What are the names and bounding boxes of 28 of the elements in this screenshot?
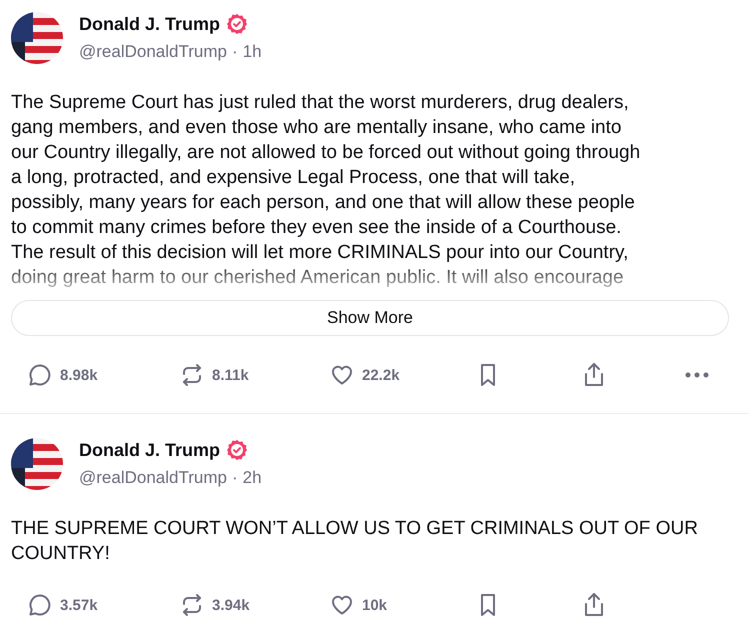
share-icon[interactable] (582, 592, 606, 618)
author-name[interactable]: Donald J. Trump (79, 440, 220, 460)
repost-icon[interactable] (180, 363, 204, 387)
post-text: THE SUPREME COURT WON’T ALLOW US TO GET CRIMINALS OUT OF OUR COUNTRY! (11, 517, 699, 566)
reply-count: 8.98k (60, 366, 98, 384)
handle[interactable]: @realDonaldTrump (79, 42, 227, 62)
like-count: 22.2k (362, 366, 400, 384)
handle[interactable]: @realDonaldTrump (79, 468, 227, 488)
separator: · (232, 468, 238, 488)
timestamp[interactable]: 1h (242, 42, 262, 62)
heart-icon[interactable] (330, 363, 354, 387)
heart-icon[interactable] (330, 593, 354, 617)
separator: · (232, 42, 238, 62)
author-name[interactable]: Donald J. Trump (79, 14, 220, 34)
post-text: The Supreme Court has just ruled that the worst murderers, drug dealers, gang members, and even those who are mentally insane, who came into our Country illegally, are not allowed to be forced out without going through a long, protracted, and expensive Legal Process, one that will take, possibly, many years for each person, and one that will allow these people to commit many crimes before they even see the inside of a Courthouse. The result of this decision will let more CRIMINALS pour into our Country, doing great harm to our cherished American public. It will also encourage (11, 91, 642, 290)
bookmark-icon[interactable] (478, 363, 498, 387)
repost-count: 3.94k (212, 596, 250, 614)
repost-icon[interactable] (180, 593, 204, 617)
show-more-button[interactable]: Show More (11, 300, 729, 336)
timestamp[interactable]: 2h (242, 468, 262, 488)
comment-icon[interactable] (28, 593, 52, 617)
reply-count: 3.57k (60, 596, 98, 614)
bookmark-icon[interactable] (478, 593, 498, 617)
share-icon[interactable] (582, 362, 606, 388)
repost-count: 8.11k (212, 366, 249, 384)
comment-icon[interactable] (28, 363, 52, 387)
more-icon[interactable] (685, 372, 709, 378)
like-count: 10k (362, 596, 388, 614)
